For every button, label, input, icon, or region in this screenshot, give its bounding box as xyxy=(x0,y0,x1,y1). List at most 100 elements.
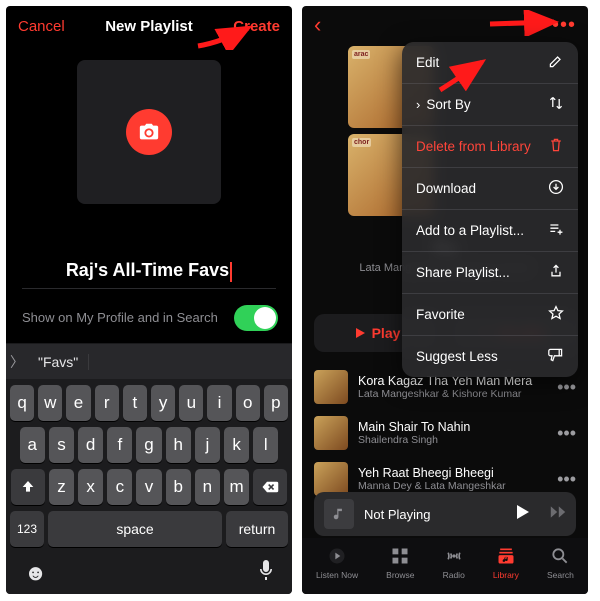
menu-item-label: Add to a Playlist... xyxy=(416,223,524,238)
nav-bar: Cancel New Playlist Create xyxy=(6,6,292,40)
onscreen-keyboard: qwertyuiop asdfghjkl zxcvbnm 123 space r… xyxy=(6,379,292,594)
key-d[interactable]: d xyxy=(78,427,103,463)
menu-item-label: Suggest Less xyxy=(416,349,498,364)
track-more-button[interactable]: ••• xyxy=(557,377,576,398)
radio-icon xyxy=(444,546,464,568)
camera-icon xyxy=(126,109,172,155)
track-art xyxy=(314,416,348,450)
keyboard-area: 〉 "Favs" qwertyuiop asdfghjkl zxcvbnm 12… xyxy=(6,343,292,594)
back-button[interactable]: ‹ xyxy=(314,12,321,38)
playlist-name-value: Raj's All-Time Favs xyxy=(66,260,229,280)
menu-item-share-playlist[interactable]: Share Playlist... xyxy=(402,252,578,294)
text-cursor xyxy=(230,262,232,282)
search-icon xyxy=(550,546,570,568)
key-a[interactable]: a xyxy=(20,427,45,463)
trash-icon xyxy=(548,137,564,156)
key-w[interactable]: w xyxy=(38,385,62,421)
menu-item-label: Share Playlist... xyxy=(416,265,510,280)
track-title: Main Shair To Nahin xyxy=(358,420,547,434)
download-icon xyxy=(548,179,564,198)
key-h[interactable]: h xyxy=(166,427,191,463)
tab-listen-now[interactable]: Listen Now xyxy=(316,546,358,580)
menu-item-delete-from-library[interactable]: Delete from Library xyxy=(402,126,578,168)
key-e[interactable]: e xyxy=(66,385,90,421)
menu-item-favorite[interactable]: Favorite xyxy=(402,294,578,336)
menu-item-edit[interactable]: Edit xyxy=(402,42,578,84)
more-options-button[interactable]: ••• xyxy=(552,14,576,37)
number-key[interactable]: 123 xyxy=(10,511,44,547)
tab-radio[interactable]: Radio xyxy=(443,546,465,580)
key-j[interactable]: j xyxy=(195,427,220,463)
menu-item-add-to-a-playlist[interactable]: Add to a Playlist... xyxy=(402,210,578,252)
key-s[interactable]: s xyxy=(49,427,74,463)
create-button[interactable]: Create xyxy=(233,18,280,35)
track-more-button[interactable]: ••• xyxy=(557,469,576,490)
context-menu: Edit ›Sort ByDelete from LibraryDownload A… xyxy=(402,42,578,377)
track-meta: Yeh Raat Bheegi BheegiManna Dey & Lata M… xyxy=(358,466,547,492)
track-art xyxy=(314,462,348,496)
track-artist: Manna Dey & Lata Mangeshkar xyxy=(358,480,547,492)
key-n[interactable]: n xyxy=(195,469,220,505)
now-playing-art xyxy=(324,499,354,529)
tab-label: Listen Now xyxy=(316,570,358,580)
play-circle-icon xyxy=(327,546,347,568)
show-on-profile-row: Show on My Profile and in Search xyxy=(6,289,292,331)
dictation-key[interactable] xyxy=(258,559,274,586)
key-i[interactable]: i xyxy=(207,385,231,421)
emoji-key[interactable]: ☻ xyxy=(24,560,47,586)
cancel-button[interactable]: Cancel xyxy=(18,18,65,35)
track-row[interactable]: Main Shair To NahinShailendra Singh••• xyxy=(314,410,576,456)
key-u[interactable]: u xyxy=(179,385,203,421)
tab-label: Search xyxy=(547,570,574,580)
key-y[interactable]: y xyxy=(151,385,175,421)
track-more-button[interactable]: ••• xyxy=(557,423,576,444)
now-playing-bar[interactable]: Not Playing xyxy=(314,492,576,536)
keyboard-row-4: 123 space return xyxy=(10,511,288,547)
key-p[interactable]: p xyxy=(264,385,288,421)
show-on-profile-toggle[interactable] xyxy=(234,305,278,331)
share-icon xyxy=(548,263,564,282)
tab-browse[interactable]: Browse xyxy=(386,546,414,580)
key-f[interactable]: f xyxy=(107,427,132,463)
key-z[interactable]: z xyxy=(49,469,74,505)
key-b[interactable]: b xyxy=(166,469,191,505)
shift-key[interactable] xyxy=(11,469,45,505)
pencil-icon xyxy=(548,53,564,72)
key-x[interactable]: x xyxy=(78,469,103,505)
key-k[interactable]: k xyxy=(224,427,249,463)
suggestion-bar: 〉 "Favs" xyxy=(6,343,292,379)
now-playing-next-button[interactable] xyxy=(550,504,566,525)
space-key[interactable]: space xyxy=(48,511,222,547)
keyboard-bottom-row: ☻ xyxy=(10,553,288,586)
suggestion-item[interactable]: "Favs" xyxy=(28,354,89,370)
key-c[interactable]: c xyxy=(107,469,132,505)
now-playing-play-button[interactable] xyxy=(514,504,530,525)
nav-title: New Playlist xyxy=(105,18,193,35)
return-key[interactable]: return xyxy=(226,511,288,547)
menu-item-sort-by[interactable]: ›Sort By xyxy=(402,84,578,126)
track-title: Yeh Raat Bheegi Bheegi xyxy=(358,466,547,480)
menu-item-suggest-less[interactable]: Suggest Less xyxy=(402,336,578,377)
playlist-name-input[interactable]: Raj's All-Time Favs xyxy=(22,260,276,289)
artwork-tag-2: chor xyxy=(352,138,371,147)
top-bar: ‹ ••• xyxy=(302,6,588,36)
key-l[interactable]: l xyxy=(253,427,278,463)
key-q[interactable]: q xyxy=(10,385,34,421)
tab-library[interactable]: Library xyxy=(493,546,519,580)
key-g[interactable]: g xyxy=(136,427,161,463)
library-icon xyxy=(496,546,516,568)
right-screenshot-playlist-menu: ‹ ••• arac chor Ra Lata Mangeshkar & Kis… xyxy=(302,6,588,594)
keyboard-row-2: asdfghjkl xyxy=(10,427,288,463)
backspace-key[interactable] xyxy=(253,469,287,505)
track-art xyxy=(314,370,348,404)
playlist-cover-picker[interactable] xyxy=(77,60,221,204)
key-m[interactable]: m xyxy=(224,469,249,505)
suggestion-expand-icon[interactable]: 〉 xyxy=(6,352,28,372)
tab-search[interactable]: Search xyxy=(547,546,574,580)
menu-item-label: Edit xyxy=(416,55,439,70)
key-r[interactable]: r xyxy=(95,385,119,421)
key-o[interactable]: o xyxy=(236,385,260,421)
key-v[interactable]: v xyxy=(136,469,161,505)
menu-item-download[interactable]: Download xyxy=(402,168,578,210)
key-t[interactable]: t xyxy=(123,385,147,421)
